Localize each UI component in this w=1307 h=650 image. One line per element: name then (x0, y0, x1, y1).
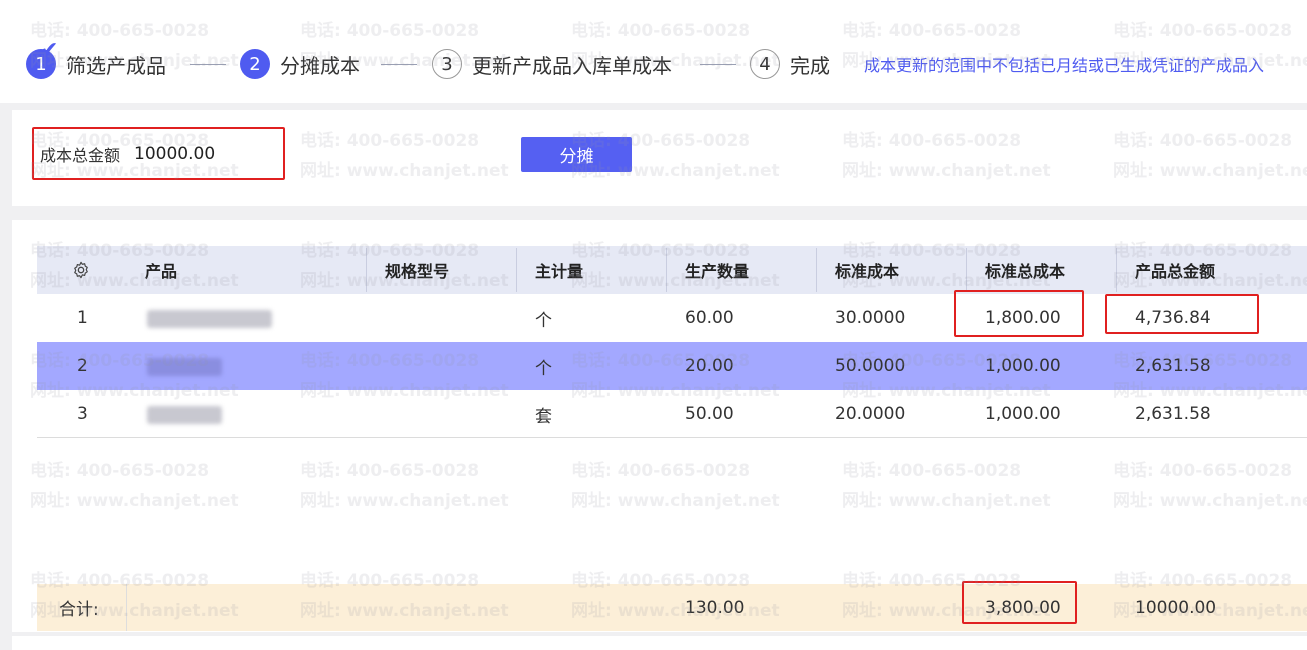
bottom-panel-edge (12, 636, 1307, 650)
product-name-redacted (147, 358, 222, 376)
step-2-number: 2 (240, 49, 270, 79)
header-std-cost: 标准成本 (835, 262, 900, 281)
check-icon: ✔ (40, 38, 59, 63)
row-std-cost: 50.0000 (835, 356, 906, 376)
table-row[interactable]: 3 套 50.00 20.0000 1,000.00 2,631.58 (37, 390, 1307, 438)
totals-label: 合计: (59, 600, 99, 620)
column-divider (1116, 248, 1117, 292)
allocation-panel: 成本总金额 10000.00 分摊 (12, 110, 1307, 206)
step-1-label: 筛选产成品 (66, 53, 166, 78)
header-std-total: 标准总成本 (985, 262, 1066, 281)
step-3-label: 更新产成品入库单成本 (472, 53, 672, 78)
column-divider (366, 248, 367, 292)
table-row[interactable]: 2 个 20.00 50.0000 1,000.00 2,631.58 (37, 342, 1307, 390)
header-qty: 生产数量 (685, 262, 750, 281)
step-bar: 1 ✔ 筛选产成品 2 分摊成本 3 更新产成品入库单成本 4 完成 成本更新的… (0, 0, 1307, 103)
header-product: 产品 (145, 262, 178, 281)
row-qty: 60.00 (685, 308, 734, 328)
scope-notice: 成本更新的范围中不包括已月结或已生成凭证的产成品入 (864, 56, 1265, 75)
header-unit: 主计量 (535, 262, 584, 281)
column-divider (816, 248, 817, 292)
step-3: 3 更新产成品入库单成本 (432, 48, 672, 80)
row-std-total: 1,000.00 (985, 356, 1061, 376)
product-name-redacted (147, 406, 222, 424)
column-divider (126, 584, 127, 631)
step-connector (381, 64, 417, 65)
header-spec: 规格型号 (385, 262, 450, 281)
step-2-label: 分摊成本 (280, 53, 360, 78)
row-unit: 套 (535, 406, 552, 427)
total-cost-value[interactable]: 10000.00 (134, 144, 215, 164)
row-index: 3 (77, 404, 88, 424)
allocation-table: 产品 规格型号 主计量 生产数量 标准成本 标准总成本 产品总金额 1 个 60… (12, 220, 1307, 632)
step-3-number: 3 (432, 49, 462, 79)
column-divider (666, 248, 667, 292)
table-header: 产品 规格型号 主计量 生产数量 标准成本 标准总成本 产品总金额 (37, 246, 1307, 294)
row-unit: 个 (535, 310, 552, 331)
totals-qty: 130.00 (685, 597, 745, 618)
row-unit: 个 (535, 358, 552, 379)
step-connector (190, 64, 226, 65)
step-1: 1 ✔ 筛选产成品 (26, 40, 166, 80)
highlight-box (954, 290, 1084, 337)
gear-icon[interactable] (71, 260, 91, 280)
row-qty: 20.00 (685, 356, 734, 376)
row-index: 2 (77, 356, 88, 376)
step-4-label: 完成 (790, 53, 830, 78)
header-amount: 产品总金额 (1135, 262, 1216, 281)
total-cost-label: 成本总金额 (40, 145, 121, 165)
row-std-total: 1,000.00 (985, 404, 1061, 424)
step-4: 4 完成 (750, 48, 830, 80)
table-divider (37, 437, 1307, 438)
allocate-button[interactable]: 分摊 (521, 137, 632, 172)
row-qty: 50.00 (685, 404, 734, 424)
column-divider (516, 248, 517, 292)
highlight-box (962, 581, 1077, 624)
row-amount: 2,631.58 (1135, 356, 1211, 376)
row-index: 1 (77, 308, 88, 328)
row-std-cost: 20.0000 (835, 404, 906, 424)
step-4-number: 4 (750, 49, 780, 79)
row-amount: 2,631.58 (1135, 404, 1211, 424)
highlight-box (1105, 294, 1259, 334)
step-connector (700, 64, 736, 65)
step-2: 2 分摊成本 (240, 48, 360, 80)
column-divider (966, 248, 967, 292)
product-name-redacted (147, 310, 272, 328)
totals-row: 合计: 130.00 3,800.00 10000.00 (37, 584, 1307, 631)
totals-amount: 10000.00 (1135, 597, 1217, 618)
total-cost-field[interactable]: 成本总金额 10000.00 (32, 127, 285, 180)
row-std-cost: 30.0000 (835, 308, 906, 328)
column-settings[interactable] (71, 246, 91, 294)
